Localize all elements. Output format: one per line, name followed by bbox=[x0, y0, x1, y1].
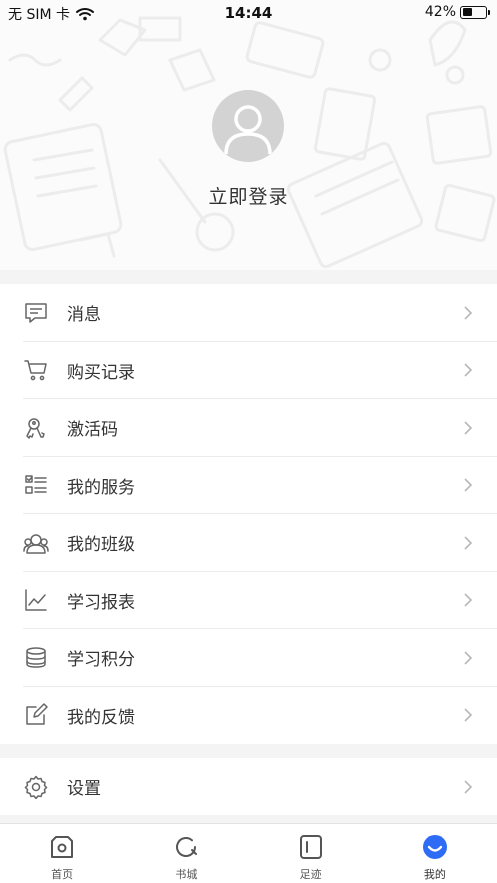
cart-icon bbox=[23, 357, 49, 383]
menu-item-my-services[interactable]: 我的服务 bbox=[0, 457, 497, 514]
menu-item-purchase-history[interactable]: 购买记录 bbox=[0, 342, 497, 399]
profile-header: 立即登录 bbox=[0, 0, 497, 270]
menu-group-settings: 设置 bbox=[0, 758, 497, 816]
menu-label: 激活码 bbox=[67, 420, 118, 441]
menu-label: 学习报表 bbox=[67, 592, 135, 613]
chevron-right-icon bbox=[464, 306, 473, 320]
battery-percent: 42% bbox=[424, 4, 456, 20]
chevron-right-icon bbox=[464, 536, 473, 550]
gear-icon bbox=[23, 774, 49, 800]
menu-item-study-points[interactable]: 学习积分 bbox=[0, 629, 497, 687]
tab-mine[interactable]: 我的 bbox=[373, 824, 497, 883]
tab-label: 书城 bbox=[175, 868, 198, 881]
menu-item-my-class[interactable]: 我的班级 bbox=[0, 514, 497, 572]
menu-label: 购买记录 bbox=[67, 362, 135, 383]
menu-label: 我的服务 bbox=[67, 477, 135, 498]
tab-label: 首页 bbox=[51, 868, 74, 881]
tab-label: 足迹 bbox=[299, 868, 322, 881]
home-icon bbox=[48, 833, 76, 861]
menu-group-main: 消息 购买记录 激活码 我的服务 我的班级 学习报表 学习积分 我的反馈 bbox=[0, 284, 497, 744]
bottom-tab-bar: 首页 书城 足迹 我的 bbox=[0, 823, 497, 883]
footprint-icon bbox=[297, 833, 325, 861]
battery-icon bbox=[460, 5, 490, 19]
profile-face-icon bbox=[421, 833, 449, 861]
avatar[interactable] bbox=[212, 90, 284, 162]
menu-item-messages[interactable]: 消息 bbox=[0, 284, 497, 342]
status-bar: 无 SIM 卡 14:44 42% bbox=[0, 0, 497, 26]
menu-label: 我的反馈 bbox=[67, 707, 135, 728]
menu-label: 设置 bbox=[67, 779, 101, 800]
default-avatar-icon bbox=[224, 105, 272, 155]
status-right: 42% bbox=[424, 4, 490, 20]
menu-item-my-feedback[interactable]: 我的反馈 bbox=[0, 687, 497, 745]
chart-icon bbox=[23, 587, 49, 613]
menu-label: 我的班级 bbox=[67, 535, 135, 556]
chevron-right-icon bbox=[464, 651, 473, 665]
tab-footprint[interactable]: 足迹 bbox=[249, 824, 373, 883]
bookstore-icon bbox=[172, 833, 200, 861]
battery-level-fill bbox=[462, 8, 472, 16]
chevron-right-icon bbox=[464, 593, 473, 607]
menu-label: 学习积分 bbox=[67, 650, 135, 671]
menu-item-study-report[interactable]: 学习报表 bbox=[0, 572, 497, 629]
chevron-right-icon bbox=[464, 421, 473, 435]
section-gap bbox=[0, 744, 497, 758]
section-gap bbox=[0, 270, 497, 284]
message-icon bbox=[23, 300, 49, 326]
menu-item-settings[interactable]: 设置 bbox=[0, 758, 497, 816]
tab-bookstore[interactable]: 书城 bbox=[124, 824, 248, 883]
key-icon bbox=[23, 415, 49, 441]
menu-label: 消息 bbox=[67, 305, 101, 326]
tab-home[interactable]: 首页 bbox=[0, 824, 124, 883]
login-button[interactable]: 立即登录 bbox=[0, 182, 497, 209]
service-list-icon bbox=[23, 472, 49, 498]
tab-label: 我的 bbox=[423, 868, 446, 881]
coins-icon bbox=[23, 645, 49, 671]
menu-item-activation-code[interactable]: 激活码 bbox=[0, 399, 497, 457]
chevron-right-icon bbox=[464, 780, 473, 794]
chevron-right-icon bbox=[464, 708, 473, 722]
class-icon bbox=[23, 530, 49, 556]
chevron-right-icon bbox=[464, 478, 473, 492]
status-time: 14:44 bbox=[224, 4, 273, 22]
section-gap bbox=[0, 815, 497, 823]
feedback-edit-icon bbox=[23, 702, 49, 728]
chevron-right-icon bbox=[464, 363, 473, 377]
